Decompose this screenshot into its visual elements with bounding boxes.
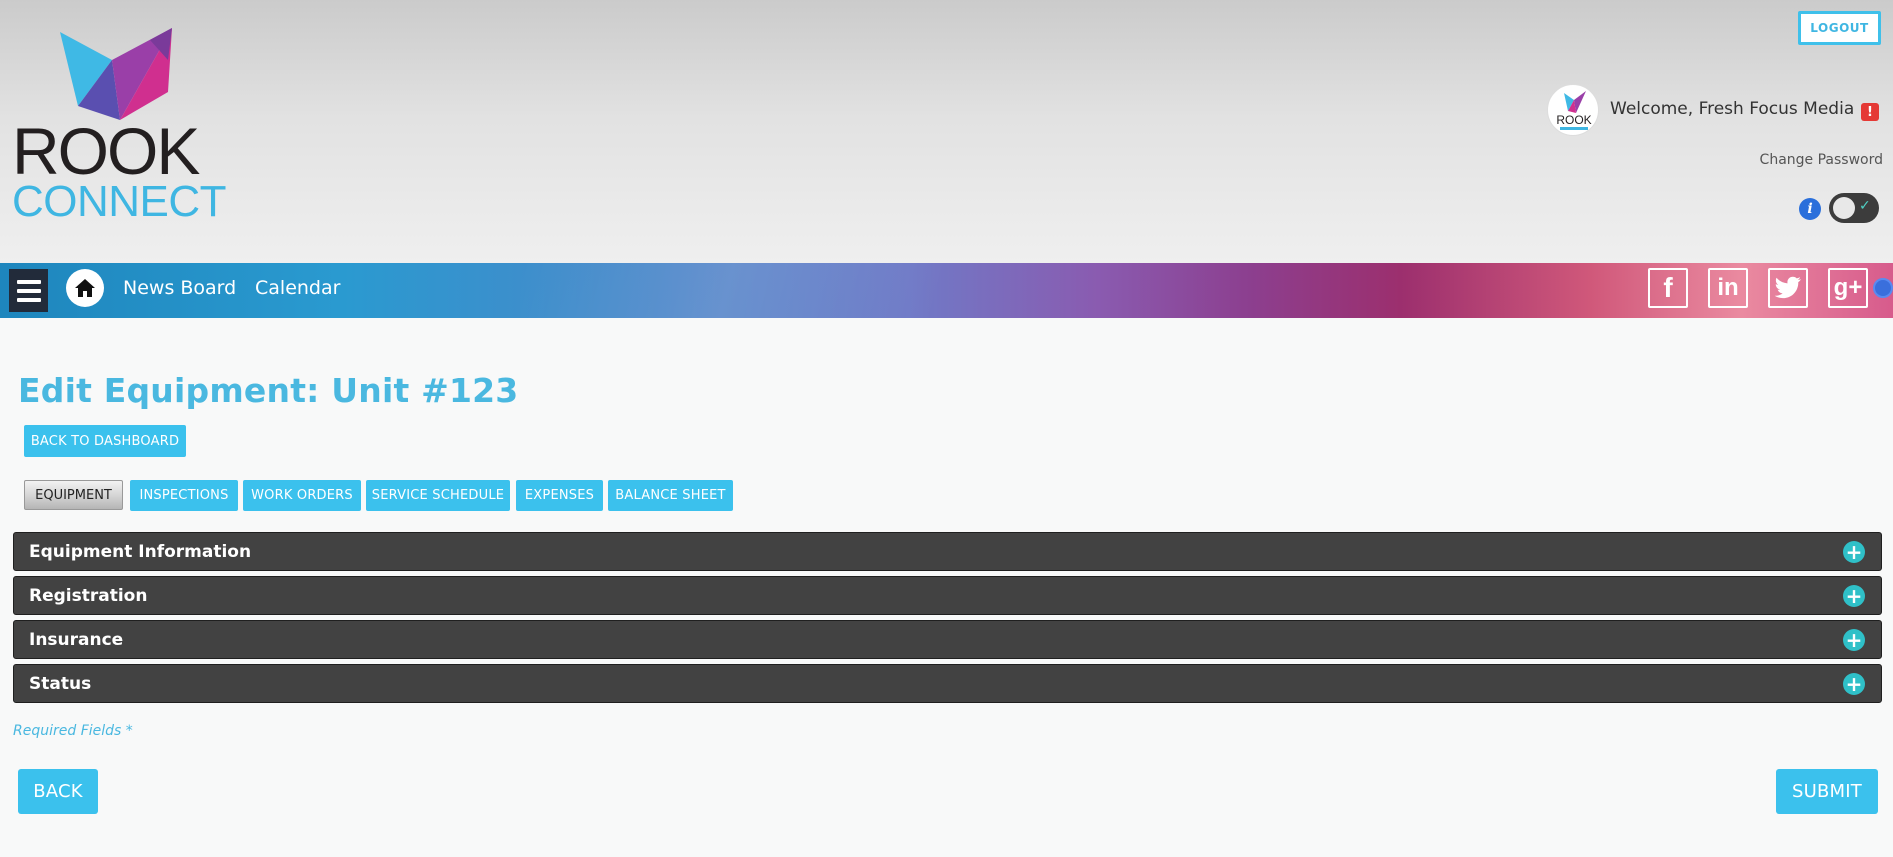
- logo-word-rook: ROOK: [12, 114, 200, 188]
- header: ROOK CONNECT: [0, 0, 1893, 263]
- nav-link-calendar[interactable]: Calendar: [255, 277, 340, 299]
- required-fields-note: Required Fields *: [13, 723, 133, 739]
- back-to-dashboard-button[interactable]: BACK TO DASHBOARD: [24, 425, 186, 457]
- twitter-bird-icon: [1774, 276, 1801, 299]
- home-icon: [75, 279, 95, 297]
- linkedin-icon[interactable]: in: [1708, 268, 1748, 308]
- info-icon[interactable]: i: [1799, 198, 1821, 220]
- back-button[interactable]: BACK: [18, 769, 98, 814]
- check-icon: ✓: [1859, 198, 1871, 214]
- logout-button[interactable]: LOGOUT: [1798, 11, 1881, 45]
- expand-plus-icon[interactable]: +: [1843, 629, 1865, 651]
- section-registration[interactable]: Registration +: [13, 576, 1882, 615]
- expand-plus-icon[interactable]: +: [1843, 585, 1865, 607]
- avatar-text: ROOK: [1556, 113, 1591, 127]
- theme-toggle[interactable]: ✓: [1829, 193, 1879, 223]
- section-label: Registration: [29, 586, 148, 606]
- tab-service-schedule[interactable]: SERVICE SCHEDULE: [366, 480, 510, 511]
- expand-plus-icon[interactable]: +: [1843, 673, 1865, 695]
- section-label: Status: [29, 674, 92, 694]
- tab-work-orders[interactable]: WORK ORDERS: [243, 480, 361, 511]
- tab-balance-sheet[interactable]: BALANCE SHEET: [608, 480, 733, 511]
- logo-word-connect: CONNECT: [12, 177, 227, 226]
- nav-link-news-board[interactable]: News Board: [123, 277, 236, 299]
- section-label: Insurance: [29, 630, 124, 650]
- expand-plus-icon[interactable]: +: [1843, 541, 1865, 563]
- change-password-link[interactable]: Change Password: [1760, 152, 1883, 168]
- avatar[interactable]: ROOK: [1547, 84, 1599, 136]
- facebook-icon[interactable]: f: [1648, 268, 1688, 308]
- tab-equipment[interactable]: EQUIPMENT: [24, 480, 123, 510]
- menu-hamburger-icon[interactable]: [9, 269, 48, 312]
- section-label: Equipment Information: [29, 542, 252, 562]
- rook-connect-logo[interactable]: ROOK CONNECT: [10, 20, 227, 224]
- avatar-logo-icon: ROOK: [1556, 91, 1592, 130]
- edge-circle-icon[interactable]: [1873, 278, 1893, 298]
- home-button[interactable]: [66, 269, 104, 307]
- google-plus-icon[interactable]: g+: [1828, 268, 1868, 308]
- page-title: Edit Equipment: Unit #123: [18, 371, 519, 410]
- section-insurance[interactable]: Insurance +: [13, 620, 1882, 659]
- submit-button[interactable]: SUBMIT: [1776, 769, 1878, 814]
- welcome-text: Welcome, Fresh Focus Media: [1610, 99, 1855, 119]
- twitter-icon[interactable]: [1768, 268, 1808, 308]
- tab-expenses[interactable]: EXPENSES: [516, 480, 603, 511]
- section-equipment-information[interactable]: Equipment Information +: [13, 532, 1882, 571]
- alert-icon[interactable]: !: [1861, 103, 1879, 121]
- section-status[interactable]: Status +: [13, 664, 1882, 703]
- tab-inspections[interactable]: INSPECTIONS: [130, 480, 238, 511]
- toggle-knob: [1833, 197, 1855, 219]
